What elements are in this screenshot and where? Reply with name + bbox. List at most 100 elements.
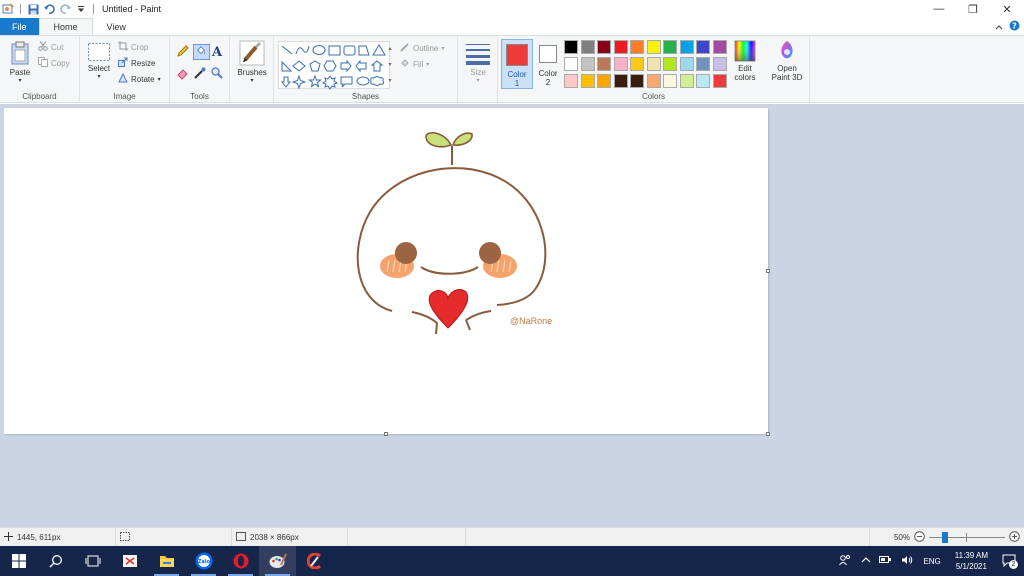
restore-button[interactable]: ❐ [956, 0, 990, 18]
palette-swatch[interactable] [630, 57, 644, 71]
input-language[interactable]: ENG [917, 557, 946, 566]
zoom-in-icon[interactable] [1009, 531, 1020, 544]
shapes-scroll[interactable]: ▴ ▾ ▾ [386, 41, 394, 89]
line-size-icon [466, 44, 490, 68]
palette-swatch[interactable] [696, 74, 710, 88]
outline-button[interactable]: Outline ▾ [400, 42, 444, 54]
customize-quick-access-icon[interactable] [75, 3, 87, 15]
palette-swatch[interactable] [646, 74, 661, 88]
zoom-slider-tick [966, 533, 967, 542]
palette-swatch[interactable] [564, 57, 578, 71]
text-icon[interactable]: A [210, 44, 227, 60]
action-center-button[interactable]: 2 [996, 554, 1024, 569]
volume-icon[interactable] [897, 555, 917, 567]
paint-app-icon[interactable] [2, 3, 14, 15]
clock[interactable]: 11:39 AM 5/1/2021 [947, 550, 996, 572]
select-dropdown-icon[interactable]: ▾ [85, 73, 113, 80]
system-tray: ENG 11:39 AM 5/1/2021 2 [833, 546, 1024, 576]
tab-home[interactable]: Home [38, 18, 93, 35]
tab-view[interactable]: View [93, 18, 140, 35]
palette-swatch[interactable] [663, 40, 677, 54]
show-hidden-icons-icon[interactable] [857, 556, 875, 566]
palette-swatch[interactable] [597, 57, 611, 71]
fill-icon [400, 58, 410, 70]
palette-swatch[interactable] [580, 74, 595, 88]
canvas-resize-handle-corner[interactable] [766, 432, 770, 436]
fill-button[interactable]: Fill ▾ [400, 58, 429, 70]
palette-swatch[interactable] [646, 57, 661, 71]
palette-swatch[interactable] [679, 74, 694, 88]
shapes-gallery[interactable] [278, 41, 390, 90]
color-picker-icon[interactable] [193, 66, 210, 82]
taskbar-snipping-tool[interactable] [111, 546, 148, 576]
palette-swatch[interactable] [696, 57, 710, 71]
fill-bucket-icon[interactable] [193, 44, 210, 60]
palette-swatch[interactable] [663, 57, 677, 71]
palette-swatch[interactable] [580, 57, 595, 71]
taskbar-ccleaner[interactable] [296, 546, 333, 576]
magnifier-icon[interactable] [210, 66, 227, 82]
eraser-icon[interactable] [176, 66, 193, 82]
zoom-out-icon[interactable] [914, 531, 925, 544]
cut-button[interactable]: Cut [38, 41, 63, 53]
brushes-dropdown-icon[interactable]: ▾ [236, 77, 268, 84]
drawing-canvas[interactable]: @NaRone [4, 108, 768, 434]
size-button[interactable]: Size ▾ [464, 42, 492, 84]
open-paint3d-button[interactable]: Open Paint 3D [766, 40, 808, 82]
edit-colors-button[interactable]: Edit colors [732, 40, 758, 82]
palette-swatch[interactable] [597, 40, 611, 54]
palette-swatch[interactable] [564, 40, 578, 54]
palette-swatch[interactable] [613, 40, 628, 54]
palette-swatch[interactable] [679, 57, 694, 71]
zoom-slider-thumb[interactable] [942, 532, 948, 543]
redo-icon[interactable] [59, 3, 71, 15]
paint3d-line1: Open [777, 64, 797, 73]
tab-file[interactable]: File [0, 18, 39, 35]
palette-swatch[interactable] [696, 40, 710, 54]
close-button[interactable]: ✕ [990, 0, 1024, 18]
canvas-resize-handle-right[interactable] [766, 269, 770, 273]
zoom-slider[interactable] [929, 532, 1005, 543]
palette-swatch[interactable] [630, 40, 644, 54]
network-icon[interactable] [875, 555, 897, 567]
resize-button[interactable]: Resize [118, 57, 155, 69]
palette-swatch[interactable] [679, 40, 694, 54]
palette-swatch[interactable] [712, 40, 727, 54]
task-view-button[interactable] [74, 546, 111, 576]
taskbar-file-explorer[interactable] [148, 546, 185, 576]
taskbar-opera[interactable] [222, 546, 259, 576]
taskbar-paint[interactable] [259, 546, 296, 576]
taskbar-zalo[interactable]: Zalo [185, 546, 222, 576]
undo-icon[interactable] [43, 3, 55, 15]
paste-dropdown-icon[interactable]: ▾ [6, 77, 34, 84]
size-dropdown-icon[interactable]: ▾ [464, 77, 492, 84]
save-icon[interactable] [27, 3, 39, 15]
palette-swatch[interactable] [613, 74, 628, 88]
people-icon[interactable] [833, 554, 857, 568]
rotate-button[interactable]: Rotate ▾ [118, 72, 161, 85]
minimize-button[interactable]: — [922, 0, 956, 18]
collapse-ribbon-icon[interactable] [995, 22, 1003, 32]
search-button[interactable] [37, 546, 74, 576]
pencil-icon[interactable] [176, 44, 193, 60]
rotate-dropdown-icon[interactable]: ▾ [158, 76, 161, 83]
palette-swatch[interactable] [663, 74, 677, 88]
copy-button[interactable]: Copy [38, 57, 70, 69]
crop-button[interactable]: Crop [118, 41, 148, 53]
palette-swatch[interactable] [597, 74, 611, 88]
palette-swatch[interactable] [646, 40, 661, 54]
canvas-resize-handle-bottom[interactable] [384, 432, 388, 436]
select-button[interactable]: Select ▾ [85, 42, 113, 80]
palette-swatch[interactable] [564, 74, 578, 88]
palette-swatch[interactable] [630, 74, 644, 88]
help-icon[interactable]: ? [1009, 20, 1020, 33]
fill-dropdown-icon[interactable]: ▾ [426, 61, 429, 68]
brushes-button[interactable]: Brushes ▾ [236, 40, 268, 84]
start-button[interactable] [0, 546, 37, 576]
paste-button[interactable]: Paste ▾ [6, 40, 34, 84]
palette-swatch[interactable] [613, 57, 628, 71]
palette-swatch[interactable] [580, 40, 595, 54]
outline-dropdown-icon[interactable]: ▾ [441, 45, 444, 52]
palette-swatch[interactable] [712, 74, 727, 88]
palette-swatch[interactable] [712, 57, 727, 71]
